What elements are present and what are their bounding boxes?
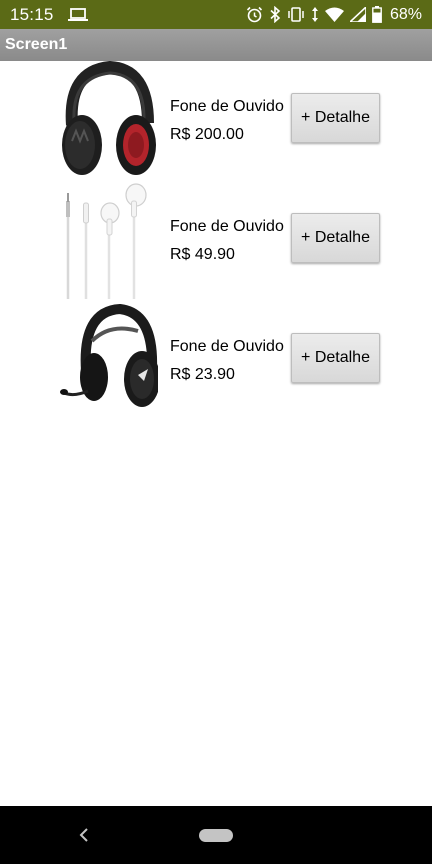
wifi-icon bbox=[324, 7, 344, 22]
battery-percent: 68% bbox=[389, 5, 422, 23]
laptop-icon bbox=[67, 7, 88, 22]
status-bar: 15:15 68% bbox=[0, 0, 432, 29]
product-name: Fone de Ouvido bbox=[170, 98, 284, 115]
headset-with-mic-image bbox=[56, 301, 160, 419]
product-price: R$ 23.90 bbox=[170, 366, 235, 383]
product-row: Fone de Ouvido R$ 49.90 + Detalhe bbox=[0, 181, 432, 301]
detail-button[interactable]: + Detalhe bbox=[291, 213, 380, 263]
title-bar: Screen1 bbox=[0, 29, 432, 61]
white-earbuds-image bbox=[56, 181, 160, 299]
back-icon[interactable] bbox=[76, 826, 92, 844]
alarm-icon bbox=[246, 6, 263, 23]
product-price: R$ 200.00 bbox=[170, 126, 244, 143]
product-row: Fone de Ouvido R$ 23.90 + Detalhe bbox=[0, 301, 432, 421]
wireless-headphones-image bbox=[56, 61, 160, 179]
status-icons: 68% bbox=[246, 6, 422, 24]
vibrate-icon bbox=[287, 7, 305, 22]
product-name: Fone de Ouvido bbox=[170, 338, 284, 355]
product-info: Fone de Ouvido R$ 49.90 bbox=[170, 217, 284, 265]
signal-icon bbox=[349, 7, 366, 22]
status-time: 15:15 bbox=[10, 4, 54, 24]
data-arrows-icon bbox=[311, 6, 319, 23]
detail-button[interactable]: + Detalhe bbox=[291, 93, 380, 143]
screen-title: Screen1 bbox=[5, 36, 68, 53]
home-pill-icon[interactable] bbox=[199, 829, 233, 842]
product-info: Fone de Ouvido R$ 200.00 bbox=[170, 97, 284, 145]
product-row: Fone de Ouvido R$ 200.00 + Detalhe bbox=[0, 61, 432, 181]
product-name: Fone de Ouvido bbox=[170, 218, 284, 235]
battery-icon bbox=[372, 6, 382, 23]
product-price: R$ 49.90 bbox=[170, 246, 235, 263]
navigation-bar bbox=[0, 806, 432, 864]
detail-button[interactable]: + Detalhe bbox=[291, 333, 380, 383]
bluetooth-icon bbox=[269, 6, 281, 23]
product-info: Fone de Ouvido R$ 23.90 bbox=[170, 337, 284, 385]
